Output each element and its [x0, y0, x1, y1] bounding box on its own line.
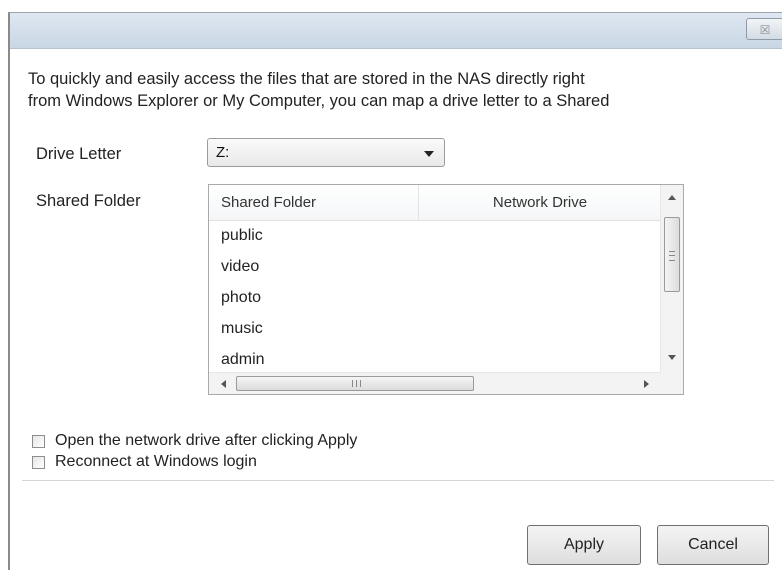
drive-letter-value: Z:: [216, 144, 230, 161]
drive-letter-label: Drive Letter: [36, 145, 122, 163]
open-after-apply-checkbox[interactable]: [32, 435, 45, 448]
intro-line-2: from Windows Explorer or My Computer, yo…: [28, 92, 610, 110]
list-item-public[interactable]: public: [209, 220, 661, 251]
chevron-down-icon: [424, 151, 434, 157]
shared-folder-list[interactable]: Shared Folder Network Drive public video…: [208, 184, 684, 395]
scroll-corner: [660, 372, 683, 394]
list-item-photo[interactable]: photo: [209, 282, 661, 313]
scroll-up-icon[interactable]: [668, 195, 676, 200]
list-item-video[interactable]: video: [209, 251, 661, 282]
open-after-apply-label: Open the network drive after clicking Ap…: [55, 432, 358, 449]
reconnect-label: Reconnect at Windows login: [55, 453, 257, 470]
grip-icon: [669, 251, 675, 261]
drive-letter-dropdown[interactable]: Z:: [207, 138, 445, 167]
list-rows: public video photo music admin: [209, 220, 661, 372]
vertical-scroll-thumb[interactable]: [664, 217, 680, 292]
list-header: Shared Folder Network Drive: [209, 185, 661, 221]
list-item-music[interactable]: music: [209, 313, 661, 344]
close-icon: ☒: [759, 23, 771, 37]
horizontal-scroll-thumb[interactable]: [236, 376, 474, 391]
divider: [22, 480, 774, 481]
horizontal-scrollbar[interactable]: [209, 372, 661, 394]
column-header-network-drive[interactable]: Network Drive: [419, 185, 661, 220]
scroll-left-icon[interactable]: [221, 380, 226, 388]
list-item-admin[interactable]: admin: [209, 344, 661, 372]
scroll-right-icon[interactable]: [644, 380, 649, 388]
title-bar: ☒: [10, 13, 782, 49]
close-button[interactable]: ☒: [746, 18, 782, 40]
grip-icon: [352, 380, 361, 387]
scroll-down-icon[interactable]: [668, 355, 676, 360]
reconnect-checkbox[interactable]: [32, 456, 45, 469]
column-header-shared-folder[interactable]: Shared Folder: [209, 185, 419, 220]
cancel-button[interactable]: Cancel: [657, 525, 769, 565]
shared-folder-label: Shared Folder: [36, 192, 141, 210]
intro-text: To quickly and easily access the files t…: [28, 68, 773, 112]
apply-button[interactable]: Apply: [527, 525, 641, 565]
intro-line-1: To quickly and easily access the files t…: [28, 70, 585, 88]
vertical-scrollbar[interactable]: [660, 185, 683, 372]
